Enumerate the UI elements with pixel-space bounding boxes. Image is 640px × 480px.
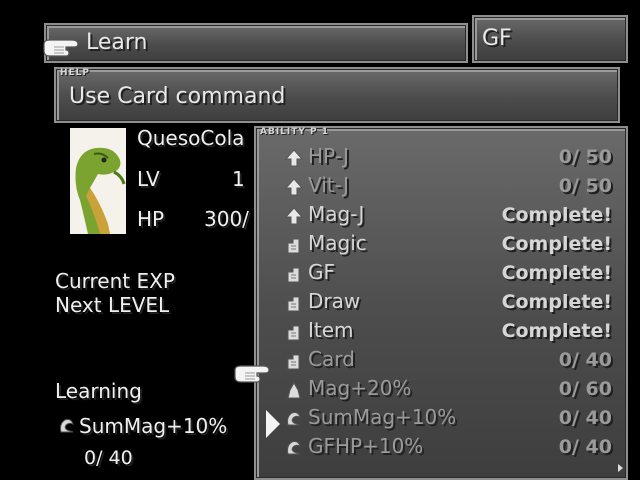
ability-row[interactable]: SumMag+10% 0/ 40 (284, 405, 620, 433)
learning-label: Learning (55, 379, 142, 403)
ability-progress: Complete! (501, 204, 612, 226)
ability-row[interactable]: Card 0/ 40 (284, 347, 620, 375)
learn-title-panel: Learn (44, 23, 468, 63)
quezacotl-portrait-image (75, 147, 126, 234)
character-name: QuesoCola (137, 126, 245, 150)
gf-ability-icon (57, 416, 77, 436)
ability-name: Card (308, 347, 355, 371)
stat-icon (284, 380, 304, 400)
ability-row[interactable]: Draw Complete! (284, 289, 620, 317)
menu-title: Learn (86, 30, 148, 55)
ability-row[interactable]: HP-J 0/ 50 (284, 144, 620, 172)
help-header: HELP (60, 68, 91, 78)
page-more-icon[interactable] (618, 464, 623, 472)
gf-panel: GF (472, 15, 628, 63)
gf-label: GF (482, 26, 512, 51)
ability-row[interactable]: GFHP+10% 0/ 40 (284, 434, 620, 462)
ability-progress: Complete! (501, 291, 612, 313)
help-text: Use Card command (69, 84, 286, 109)
ability-row[interactable]: Magic Complete! (284, 231, 620, 259)
ability-row[interactable]: Mag+20% 0/ 60 (284, 376, 620, 404)
gf-ability-icon (284, 409, 304, 429)
learning-ability: SumMag+10% (79, 414, 228, 438)
command-icon (284, 351, 304, 371)
help-panel: HELP Use Card command (54, 67, 620, 123)
ability-progress: 0/ 60 (558, 378, 612, 400)
arrow-up-icon (284, 206, 304, 226)
ability-row[interactable]: Vit-J 0/ 50 (284, 173, 620, 201)
ability-name: GF (308, 260, 336, 284)
ability-progress: 0/ 50 (558, 146, 612, 168)
ability-name: Draw (308, 289, 361, 313)
ability-name: HP-J (308, 144, 349, 168)
gf-portrait (70, 128, 126, 234)
ability-name: GFHP+10% (308, 434, 424, 458)
lv-label: LV (137, 167, 160, 191)
command-icon (284, 293, 304, 313)
ability-row[interactable]: GF Complete! (284, 260, 620, 288)
ability-progress: Complete! (501, 233, 612, 255)
hand-cursor-icon (234, 365, 270, 383)
hand-cursor-learn (42, 36, 82, 60)
current-exp-label: Current EXP (55, 269, 175, 293)
ability-progress: 0/ 40 (558, 407, 612, 429)
gf-ability-icon (284, 438, 304, 458)
ability-name: Mag+20% (308, 376, 412, 400)
hand-cursor-icon (43, 39, 79, 57)
lv-value: 1 (232, 167, 245, 191)
ability-progress: Complete! (501, 262, 612, 284)
arrow-up-icon (284, 148, 304, 168)
ability-name: SumMag+10% (308, 405, 457, 429)
arrow-up-icon (284, 177, 304, 197)
command-icon (284, 235, 304, 255)
learning-progress: 0/ 40 (84, 447, 133, 469)
ability-progress: 0/ 40 (558, 349, 612, 371)
ability-name: Vit-J (308, 173, 349, 197)
selection-triangle-icon (266, 410, 280, 438)
ability-row[interactable]: Item Complete! (284, 318, 620, 346)
next-level-label: Next LEVEL (55, 293, 170, 317)
ability-name: Item (308, 318, 354, 342)
command-icon (284, 264, 304, 284)
hp-value: 300/ (204, 207, 249, 231)
ability-progress: Complete! (501, 320, 612, 342)
ability-progress: 0/ 50 (558, 175, 612, 197)
command-icon (284, 322, 304, 342)
ability-progress: 0/ 40 (558, 436, 612, 458)
hp-label: HP (137, 207, 165, 231)
hand-cursor-card (233, 362, 273, 386)
ability-name: Mag-J (308, 202, 365, 226)
ability-name: Magic (308, 231, 367, 255)
ability-list-header: ABILITY P 1 (260, 127, 330, 137)
ability-row[interactable]: Mag-J Complete! (284, 202, 620, 230)
